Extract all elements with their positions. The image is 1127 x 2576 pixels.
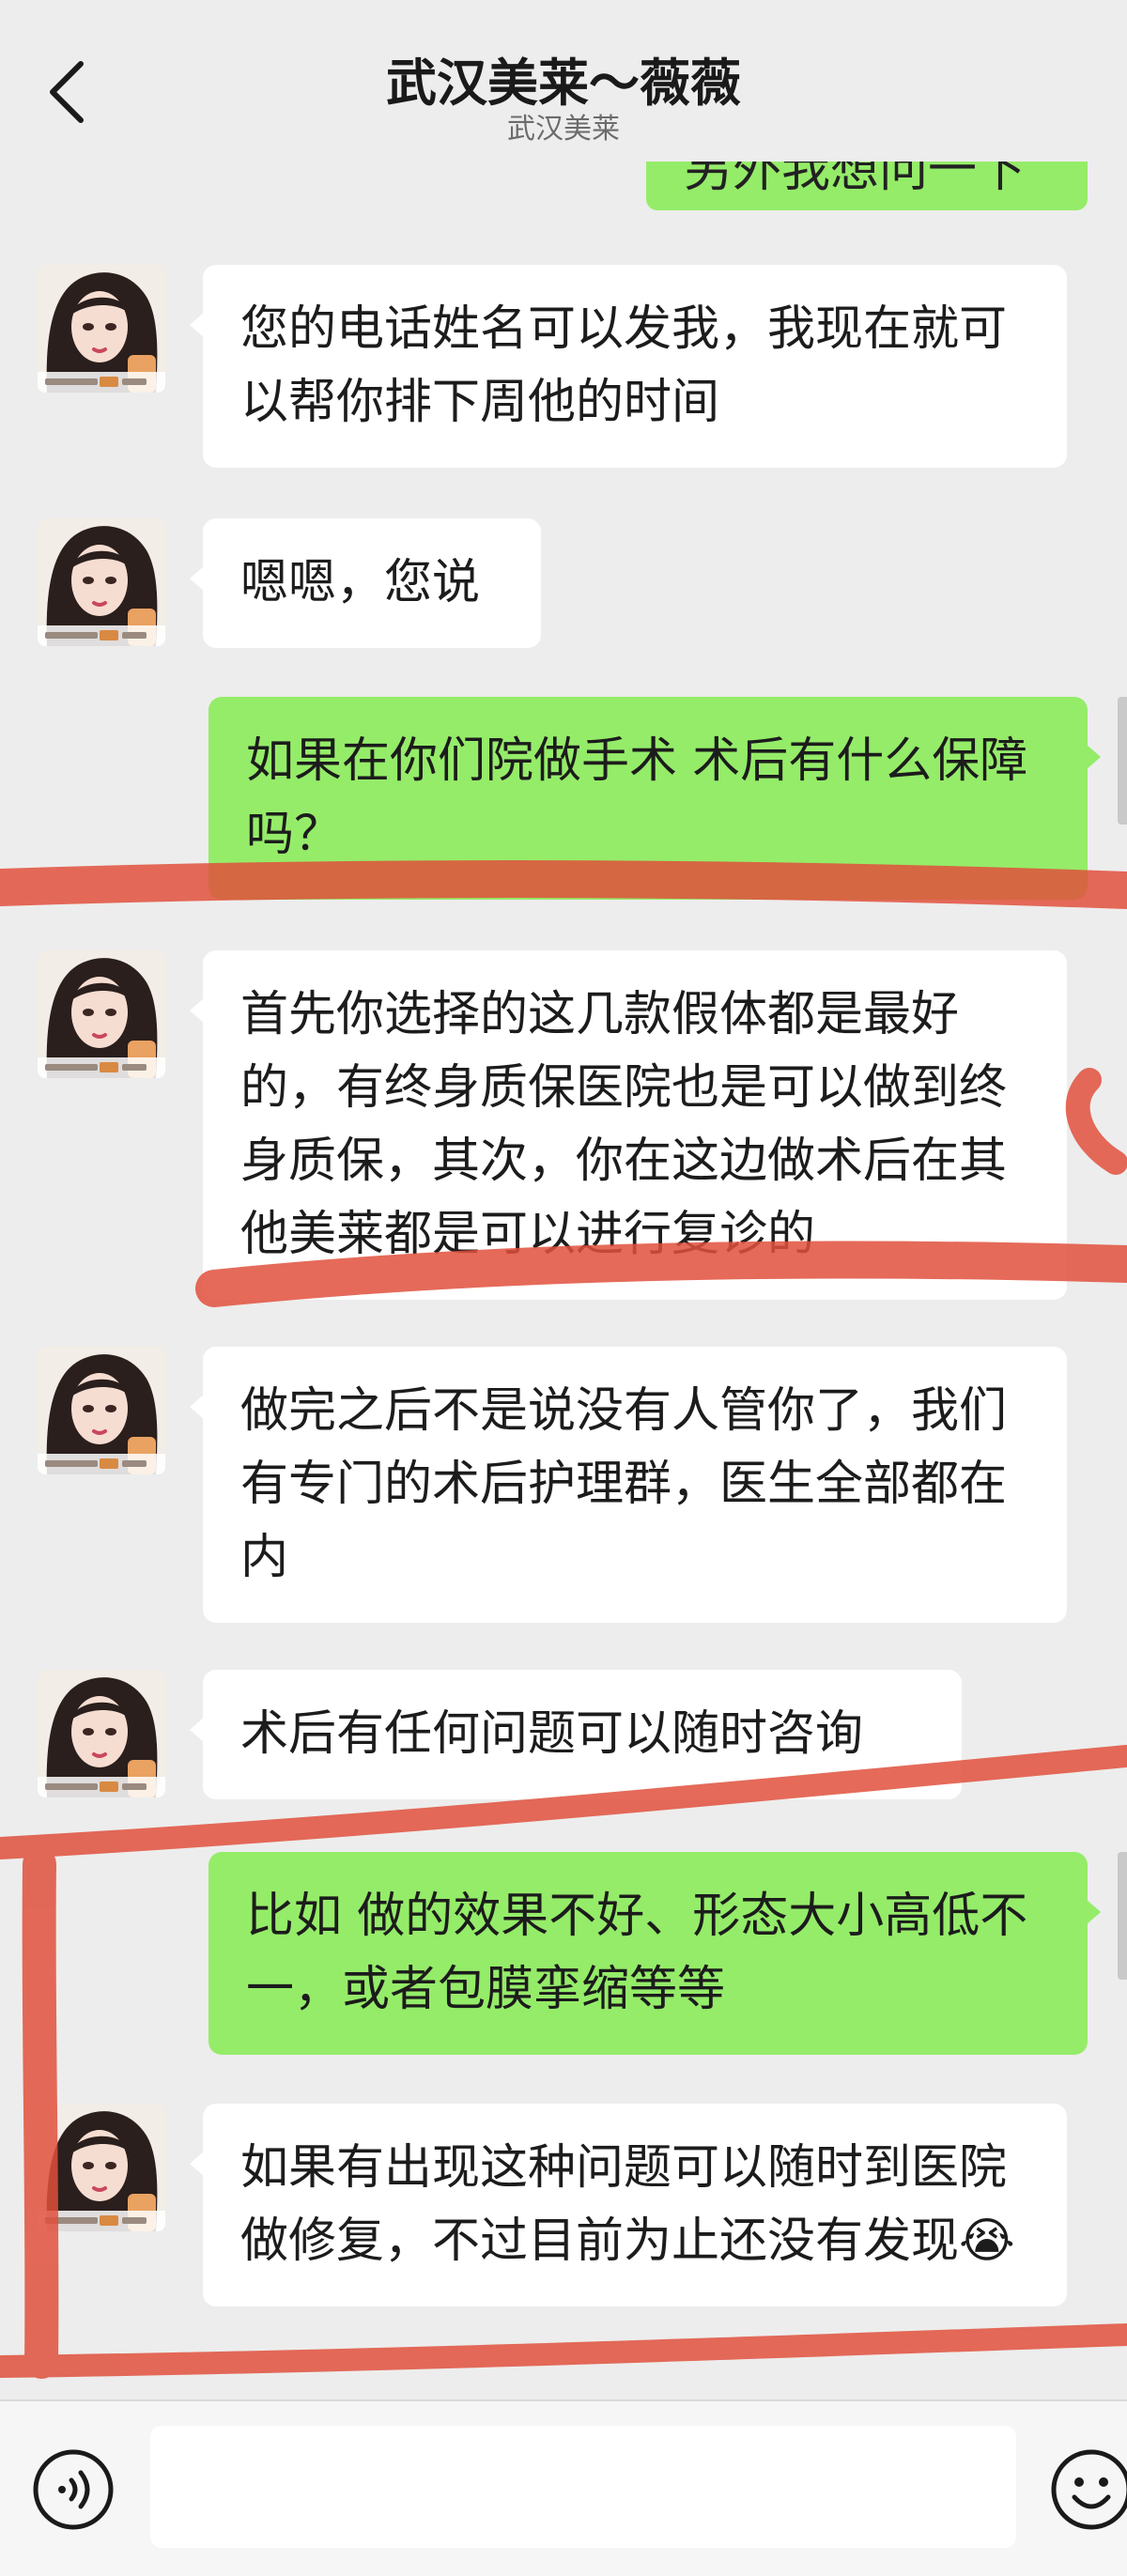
message-bubble-agent: 首先你选择的这几款假体都是最好的，有终身质保医院也是可以做到终身质保，其次，你在… — [190, 950, 1067, 1300]
message-text: 如果有出现这种问题可以随时到医院做修复，不过目前为止还没有发现😭 — [240, 2140, 1015, 2269]
self-avatar[interactable] — [1118, 1852, 1127, 1980]
message-text: 如果在你们院做手术 术后有什么保障吗？ — [246, 733, 1028, 862]
avatar[interactable] — [38, 265, 165, 393]
message-text: 比如 做的效果不好、形态大小高低不一，或者包膜挛缩等等 — [246, 1889, 1028, 2017]
message-text: 首先你选择的这几款假体都是最好的，有终身质保医院也是可以做到终身质保，其次，你在… — [240, 987, 1008, 1262]
marker-stroke-box-bottom — [0, 2323, 1127, 2378]
avatar[interactable] — [38, 1347, 165, 1474]
message-text: 您的电话姓名可以发我，我现在就可以帮你排下周他的时间 — [240, 301, 1008, 430]
self-avatar[interactable] — [1118, 697, 1127, 825]
message-text: 术后有任何问题可以随时咨询 — [240, 1706, 864, 1762]
message-bubble-self: 比如 做的效果不好、形态大小高低不一，或者包膜挛缩等等 — [208, 1852, 1101, 2055]
message-bubble-agent: 如果有出现这种问题可以随时到医院做修复，不过目前为止还没有发现😭 — [190, 2104, 1067, 2306]
avatar[interactable] — [38, 518, 165, 646]
marker-stroke-side-mark — [1065, 1068, 1127, 1175]
voice-icon[interactable] — [30, 2446, 116, 2533]
message-bubble-self: 如果在你们院做手术 术后有什么保障吗？ — [208, 697, 1101, 900]
avatar[interactable] — [38, 2104, 165, 2231]
avatar[interactable] — [38, 1670, 165, 1797]
message-bubble-agent: 您的电话姓名可以发我，我现在就可以帮你排下周他的时间 — [190, 265, 1067, 468]
message-bubble-agent: 术后有任何问题可以随时咨询 — [190, 1670, 962, 1799]
chat-header: 武汉美莱～薇薇 武汉美莱 — [0, 0, 1127, 162]
message-text: 做完之后不是说没有人管你了，我们有专门的术后护理群，医生全部都在内 — [240, 1383, 1008, 1585]
chat-subtitle: 武汉美莱 — [507, 113, 620, 146]
message-bubble-agent: 做完之后不是说没有人管你了，我们有专门的术后护理群，医生全部都在内 — [190, 1347, 1067, 1623]
emoji-icon[interactable] — [1048, 2446, 1127, 2533]
message-input[interactable] — [150, 2426, 1016, 2548]
message-bubble-agent: 嗯嗯，您说 — [190, 518, 541, 648]
message-text: 嗯嗯，您说 — [240, 555, 481, 610]
message-input-bar — [0, 2399, 1127, 2576]
avatar[interactable] — [38, 950, 165, 1078]
